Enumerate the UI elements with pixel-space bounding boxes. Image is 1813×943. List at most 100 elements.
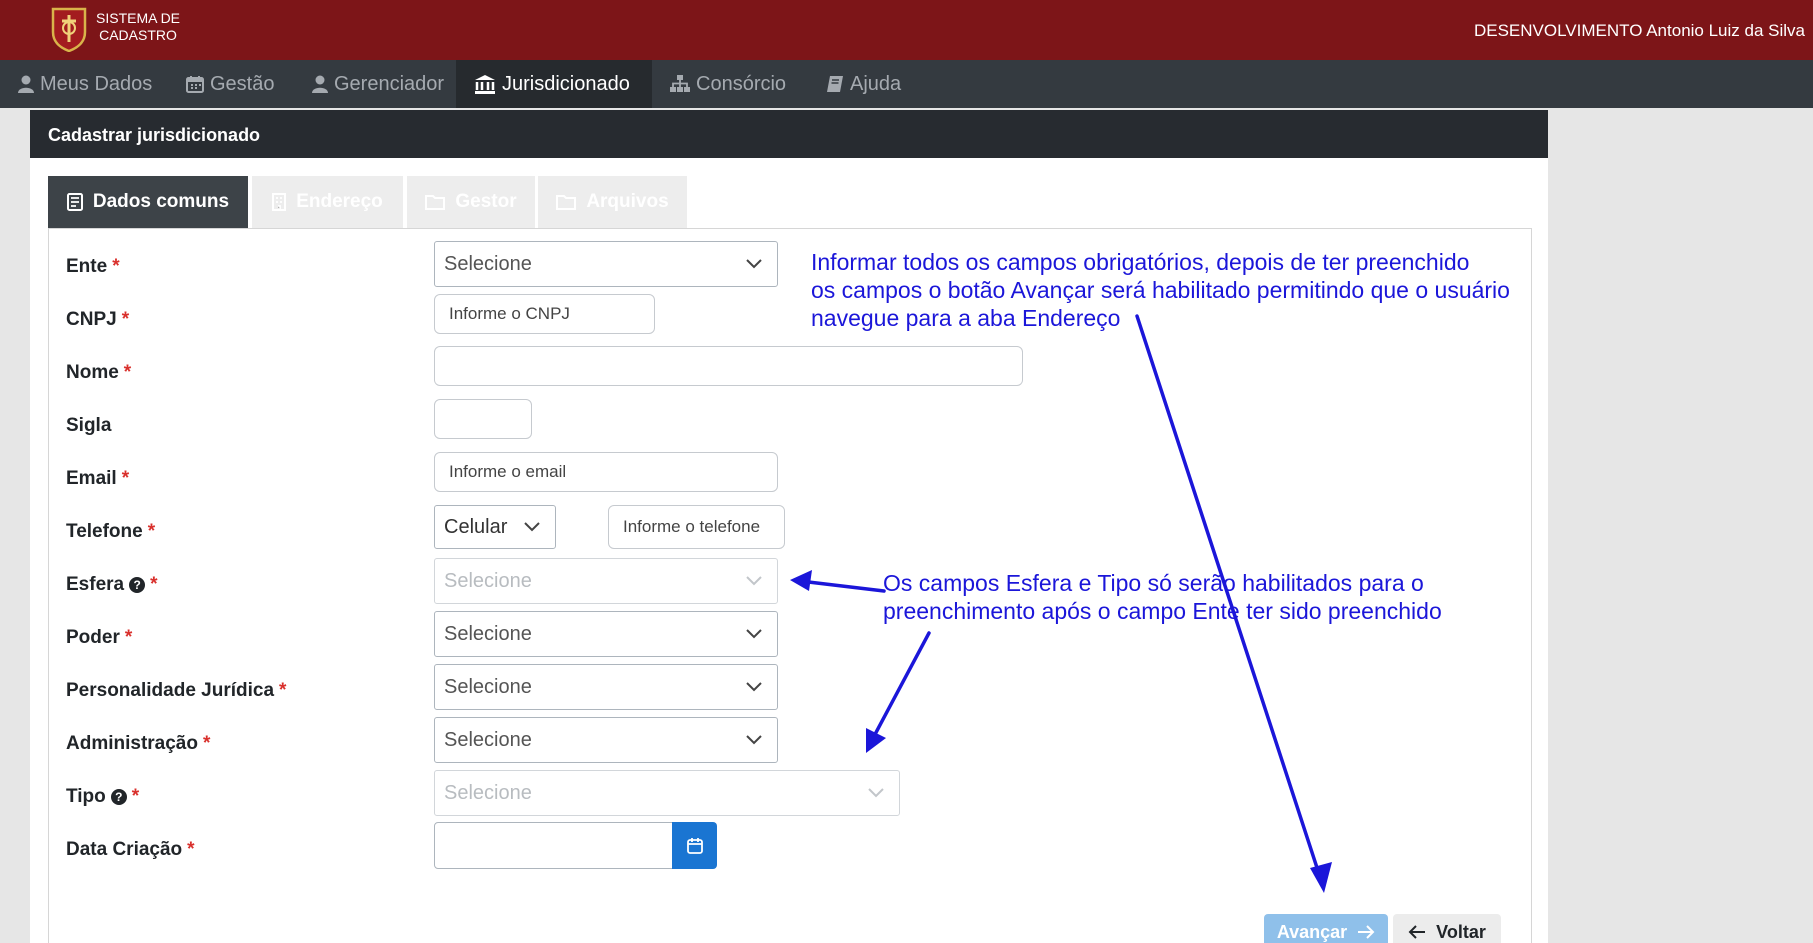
- annotation-note-avancar: Informar todos os campos obrigatórios, d…: [811, 248, 1510, 332]
- tipo-select[interactable]: Selecione: [434, 770, 900, 816]
- building-icon: [272, 193, 287, 211]
- sigla-label: Sigla: [66, 415, 111, 437]
- folder-icon: [425, 195, 446, 210]
- esfera-select-value: Selecione: [444, 569, 532, 592]
- nav-gestao[interactable]: Gestão: [168, 60, 292, 108]
- sigla-input[interactable]: [434, 399, 532, 439]
- tab-arquivos-label: Arquivos: [586, 191, 669, 212]
- poder-select-value: Selecione: [444, 622, 532, 645]
- user-icon: [312, 75, 328, 93]
- poder-label-text: Poder: [66, 627, 120, 648]
- telefone-placeholder: Informe o telefone: [623, 517, 761, 536]
- nav-ajuda[interactable]: Ajuda: [808, 60, 919, 108]
- brand-line-1: SISTEMA DE: [96, 10, 181, 26]
- poder-select[interactable]: Selecione: [434, 611, 778, 657]
- arrow-right-icon: [1358, 925, 1375, 939]
- help-icon[interactable]: ?: [110, 789, 127, 805]
- avancar-button[interactable]: Avançar: [1264, 914, 1388, 943]
- chevron-down-icon: [868, 788, 884, 798]
- annotation-note-esfera-tipo: Os campos Esfera e Tipo só serão habilit…: [883, 569, 1442, 625]
- brand-line-2: CADASTRO: [99, 27, 177, 43]
- cnpj-input[interactable]: Informe o CNPJ: [434, 294, 655, 334]
- bank-icon: [475, 75, 495, 94]
- telefone-input[interactable]: Informe o telefone: [608, 505, 785, 549]
- data-criacao-input[interactable]: [434, 822, 674, 869]
- tipo-label: Tipo? *: [66, 786, 139, 808]
- personalidade-label: Personalidade Jurídica *: [66, 680, 286, 702]
- required-mark: *: [123, 362, 132, 383]
- annotation-line: preenchimento após o campo Ente ter sido…: [883, 598, 1442, 624]
- nav-gestao-label: Gestão: [210, 72, 275, 95]
- nav-jurisdicionado-label: Jurisdicionado: [502, 72, 630, 95]
- administracao-label-text: Administração: [66, 733, 198, 754]
- calendar-icon: [686, 837, 703, 854]
- ente-select-value: Selecione: [444, 252, 532, 275]
- administracao-label: Administração *: [66, 733, 210, 755]
- sigla-label-text: Sigla: [66, 415, 112, 436]
- chevron-down-icon: [746, 629, 762, 639]
- folder-icon: [556, 195, 577, 210]
- personalidade-select[interactable]: Selecione: [434, 664, 778, 710]
- brand-name: SISTEMA DE CADASTRO: [96, 10, 180, 44]
- nav-meus-dados[interactable]: Meus Dados: [0, 60, 170, 108]
- card-title: Cadastrar jurisdicionado: [30, 110, 1548, 158]
- esfera-label: Esfera? *: [66, 574, 158, 596]
- nav-gerenciador[interactable]: Gerenciador: [294, 60, 462, 108]
- cnpj-label-text: CNPJ: [66, 309, 117, 330]
- user-name[interactable]: DESENVOLVIMENTO Antonio Luiz da Silva: [1474, 21, 1805, 41]
- avancar-label: Avançar: [1276, 921, 1348, 942]
- calendar-button[interactable]: [672, 822, 717, 869]
- sitemap-icon: [670, 75, 690, 92]
- telefone-type-select[interactable]: Celular: [434, 505, 556, 549]
- esfera-select[interactable]: Selecione: [434, 558, 778, 604]
- administracao-select-value: Selecione: [444, 728, 532, 751]
- chevron-down-icon: [746, 682, 762, 692]
- telefone-label: Telefone *: [66, 521, 155, 543]
- annotation-line: os campos o botão Avançar será habilitad…: [811, 277, 1510, 303]
- email-input[interactable]: Informe o email: [434, 452, 778, 492]
- administracao-select[interactable]: Selecione: [434, 717, 778, 763]
- chevron-down-icon: [746, 576, 762, 586]
- help-icon[interactable]: ?: [129, 577, 146, 593]
- voltar-button[interactable]: Voltar: [1393, 914, 1501, 943]
- main-nav: Meus Dados Gestão Gerenciador Jurisdicio…: [0, 60, 1813, 108]
- nav-consorcio[interactable]: Consórcio: [652, 60, 804, 108]
- personalidade-label-text: Personalidade Jurídica: [66, 680, 275, 701]
- ente-select[interactable]: Selecione: [434, 241, 778, 287]
- email-placeholder: Informe o email: [449, 462, 567, 481]
- logo-shield-icon: [51, 7, 87, 52]
- nav-jurisdicionado[interactable]: Jurisdicionado: [456, 60, 652, 108]
- chevron-down-icon: [746, 735, 762, 745]
- tab-dados-comuns[interactable]: Dados comuns: [48, 176, 248, 228]
- telefone-label-text: Telefone: [66, 521, 143, 542]
- tipo-label-text: Tipo: [66, 786, 106, 807]
- poder-label: Poder *: [66, 627, 132, 649]
- data-criacao-label: Data Criação *: [66, 839, 195, 861]
- required-mark: *: [131, 786, 140, 807]
- esfera-label-text: Esfera: [66, 574, 125, 595]
- required-mark: *: [121, 309, 130, 330]
- nome-label-text: Nome: [66, 362, 119, 383]
- tab-dados-comuns-label: Dados comuns: [92, 191, 230, 212]
- tab-gestor[interactable]: Gestor: [407, 176, 535, 228]
- tab-gestor-label: Gestor: [455, 191, 517, 212]
- personalidade-select-value: Selecione: [444, 675, 532, 698]
- tab-arquivos[interactable]: Arquivos: [538, 176, 687, 228]
- nav-gerenciador-label: Gerenciador: [334, 72, 445, 95]
- required-mark: *: [121, 468, 130, 489]
- cnpj-placeholder: Informe o CNPJ: [449, 304, 570, 323]
- tab-endereco[interactable]: Endereço: [252, 176, 403, 228]
- nome-input[interactable]: [434, 346, 1023, 386]
- required-mark: *: [124, 627, 133, 648]
- telefone-type-value: Celular: [444, 515, 508, 538]
- arrow-left-icon: [1408, 925, 1426, 939]
- annotation-line: Informar todos os campos obrigatórios, d…: [811, 249, 1470, 275]
- annotation-line: navegue para a aba Endereço: [811, 305, 1121, 331]
- email-label-text: Email: [66, 468, 117, 489]
- tipo-select-value: Selecione: [444, 781, 532, 804]
- nome-label: Nome *: [66, 362, 131, 384]
- nav-meus-dados-label: Meus Dados: [40, 72, 153, 95]
- required-mark: *: [150, 574, 158, 595]
- cnpj-label: CNPJ *: [66, 309, 129, 331]
- nav-consorcio-label: Consórcio: [696, 72, 787, 95]
